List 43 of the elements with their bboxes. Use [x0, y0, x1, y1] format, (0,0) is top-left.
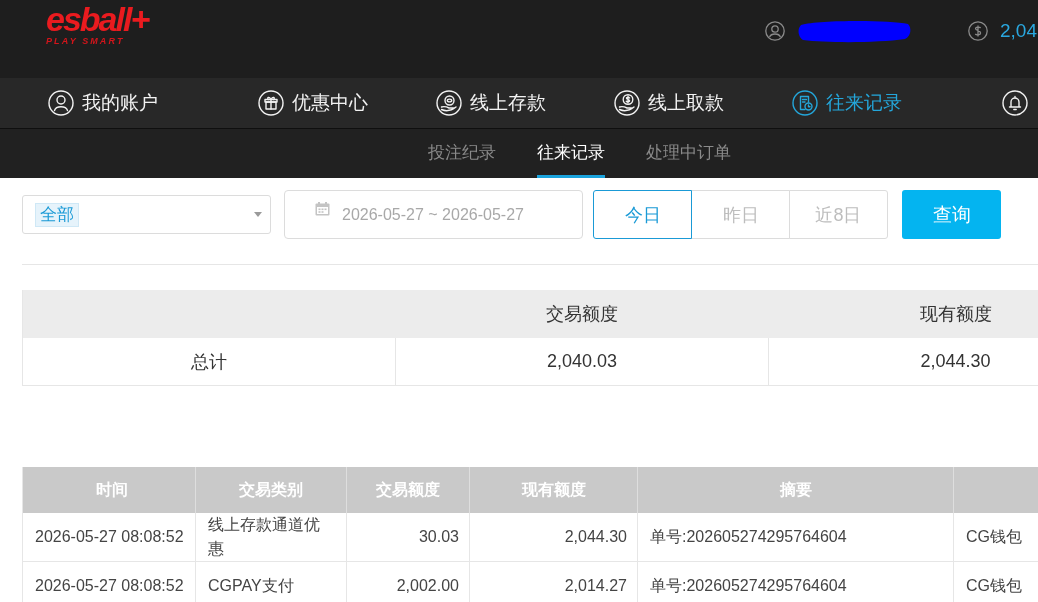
document-clock-icon: [792, 90, 818, 116]
nav-item[interactable]: 优惠中心: [258, 90, 436, 116]
nav-item[interactable]: 我的账户: [48, 90, 258, 116]
subtab[interactable]: 投注纪录: [428, 129, 496, 178]
table-cell: 2,014.27: [470, 562, 638, 602]
table-cell: 2,002.00: [347, 562, 470, 602]
table-cell: 单号:202605274295764604: [638, 513, 954, 562]
subtab[interactable]: 往来记录: [537, 129, 605, 178]
coins-hand-icon: [436, 90, 462, 116]
nav-item[interactable]: 线上取款: [614, 90, 792, 116]
logo-tagline: PLAY SMART: [46, 36, 125, 46]
dollar-icon: [968, 21, 988, 41]
type-select[interactable]: 全部: [22, 195, 271, 234]
nav-item[interactable]: 线上存款: [436, 90, 614, 116]
table-cell: CG钱包: [954, 513, 1038, 562]
table-cell: 单号:202605274295764604: [638, 562, 954, 602]
calendar-icon: [315, 201, 330, 216]
table-cell: 30.03: [347, 513, 470, 562]
bell-icon: [1002, 90, 1028, 116]
user-icon: [765, 21, 785, 41]
gift-icon: [258, 90, 284, 116]
table-header-cell: 交易额度: [396, 290, 769, 338]
filter-tag: 全部: [35, 202, 79, 227]
logo-wordmark[interactable]: esball+: [46, 3, 149, 35]
table-cell: 2,044.30: [470, 513, 638, 562]
caret-icon: [254, 212, 262, 217]
table-header-cell: 现有额度: [769, 290, 1038, 338]
table-cell: 2,040.03: [396, 338, 769, 386]
subtab[interactable]: 处理中订单: [646, 129, 731, 178]
table-cell: 总计: [23, 338, 396, 386]
table-cell: 2026-05-27 08:08:52: [23, 513, 196, 562]
table-cell: CGPAY支付: [196, 562, 347, 602]
table-cell: 线上存款通道优惠: [196, 513, 347, 562]
person-icon: [48, 90, 74, 116]
coin-hand-icon: [614, 90, 640, 116]
table-cell: 2026-05-27 08:08:52: [23, 562, 196, 602]
table-cell: CG钱包: [954, 562, 1038, 602]
nav-item[interactable]: 往来记录: [792, 90, 1002, 116]
date-range-field[interactable]: 2026-05-27 ~ 2026-05-27: [284, 190, 583, 239]
table-cell: 2,044.30: [769, 338, 1038, 386]
quick-range-button[interactable]: 今日: [593, 190, 692, 239]
search-button[interactable]: 查询: [902, 190, 1001, 239]
balance-amount: 2,04: [1000, 20, 1037, 42]
